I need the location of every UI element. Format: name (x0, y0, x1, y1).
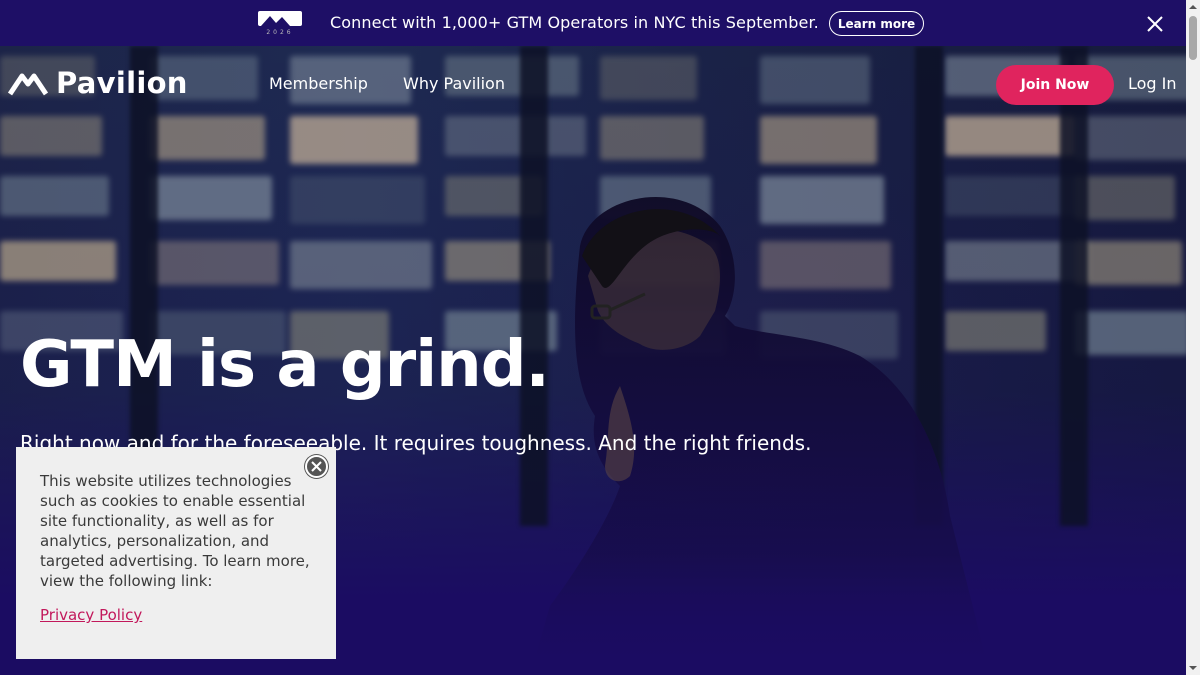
background-screen (1075, 116, 1186, 160)
background-screen (760, 56, 870, 104)
background-screen (0, 116, 102, 156)
cookie-text: This website utilizes technologies such … (40, 472, 310, 590)
background-screen (1075, 176, 1175, 220)
background-pillar (1060, 46, 1088, 526)
background-screen (945, 116, 1075, 156)
background-screen (0, 176, 109, 216)
background-screen (150, 241, 279, 285)
announcement-bar: 2026 Connect with 1,000+ GTM Operators i… (0, 0, 1186, 46)
privacy-policy-link[interactable]: Privacy Policy (40, 606, 142, 624)
background-screen (150, 116, 265, 160)
scroll-thumb[interactable] (1189, 16, 1197, 60)
cookie-notice: This website utilizes technologies such … (16, 447, 336, 659)
gtm-2026-logo: 2026 (258, 11, 302, 35)
scroll-up-icon[interactable] (1189, 3, 1197, 11)
nav-link-membership[interactable]: Membership (269, 74, 368, 93)
pavilion-logo[interactable]: Pavilion (8, 66, 188, 100)
background-screen (760, 116, 877, 164)
background-screen (290, 116, 418, 164)
nav-link-why-pavilion[interactable]: Why Pavilion (403, 74, 505, 93)
learn-more-button[interactable]: Learn more (829, 11, 924, 36)
page-scrollbar[interactable] (1186, 0, 1200, 675)
background-screen (1075, 241, 1182, 285)
hero-headline: GTM is a grind. (20, 328, 550, 402)
background-screen (150, 176, 272, 220)
background-screen (600, 116, 704, 160)
log-in-link[interactable]: Log In (1128, 74, 1177, 93)
background-screen (445, 116, 586, 156)
join-now-button[interactable]: Join Now (996, 65, 1114, 105)
svg-text:2026: 2026 (266, 29, 293, 35)
background-screen (0, 241, 116, 281)
announcement-text: Connect with 1,000+ GTM Operators in NYC… (330, 13, 819, 32)
background-screen (600, 56, 697, 100)
background-screen (290, 176, 425, 224)
brand-name: Pavilion (56, 66, 188, 100)
scroll-down-icon[interactable] (1189, 664, 1197, 672)
background-screen (1075, 311, 1186, 355)
pavilion-mark-icon (8, 73, 48, 96)
background-screen (290, 241, 432, 289)
close-icon[interactable] (1145, 14, 1165, 34)
